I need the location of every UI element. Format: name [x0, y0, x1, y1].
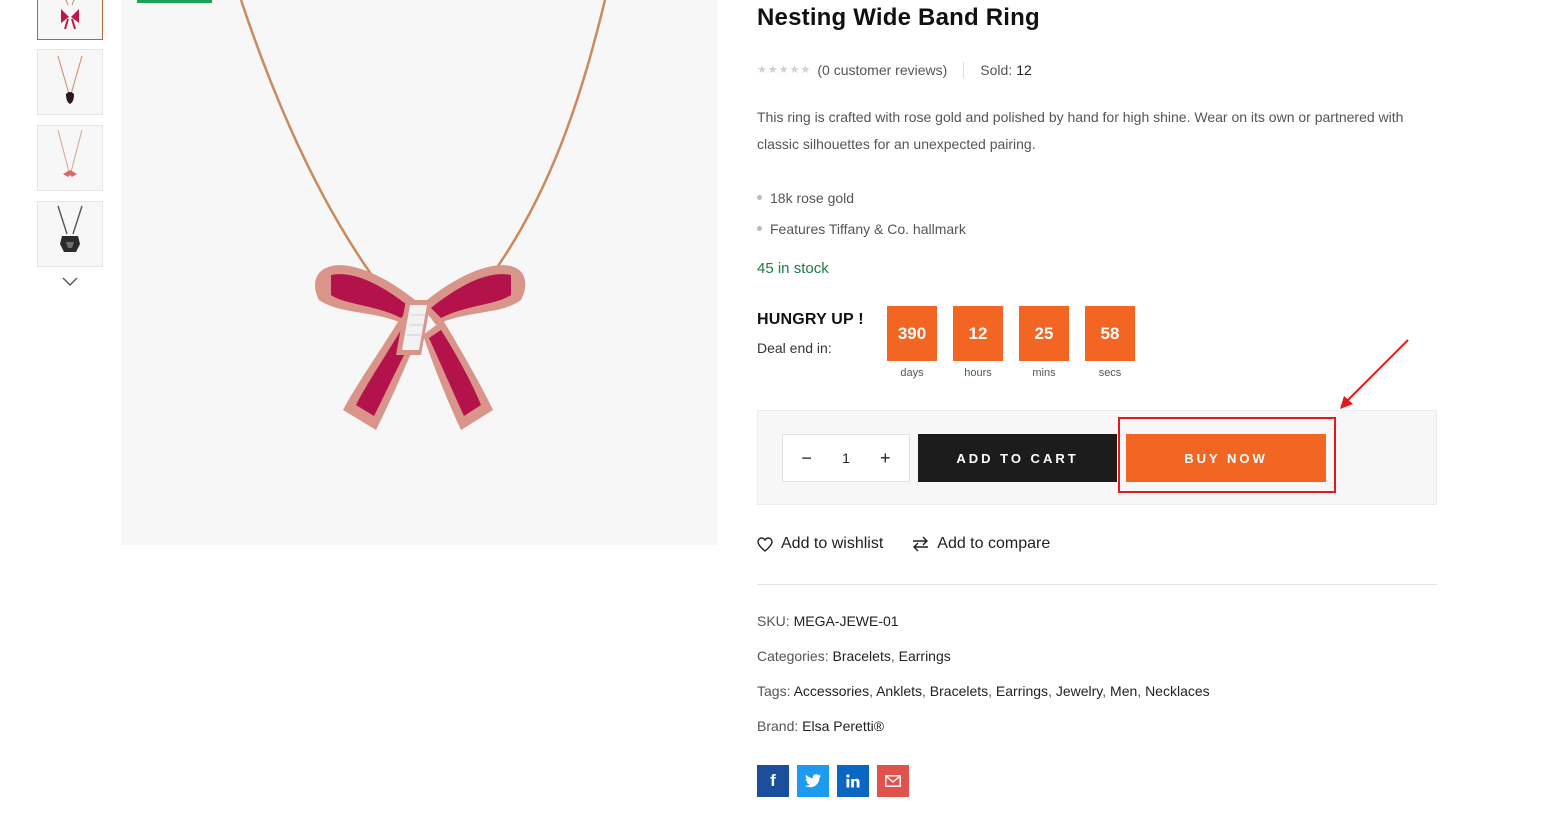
buy-now-button[interactable]: BUY NOW — [1126, 434, 1326, 482]
countdown-heading: HUNGRY UP ! — [757, 311, 864, 328]
countdown-hours: 12 — [953, 306, 1003, 361]
email-share-button[interactable] — [877, 765, 909, 797]
star-icon: ★ — [778, 64, 789, 76]
star-icon: ★ — [767, 64, 778, 76]
countdown-subheading: Deal end in: — [757, 340, 832, 356]
countdown-mins: 25 — [1019, 306, 1069, 361]
add-to-compare-link[interactable]: Add to compare — [912, 535, 1050, 553]
email-icon — [885, 775, 901, 787]
sku-row: SKU: MEGA-JEWE-01 — [757, 613, 899, 629]
brand-label: Brand: — [757, 718, 799, 734]
brand-link[interactable]: Elsa Peretti® — [802, 718, 884, 734]
feature-text: 18k rose gold — [770, 189, 855, 206]
product-actions: Add to wishlist Add to compare — [757, 535, 1050, 553]
product-title: Nesting Wide Band Ring — [757, 4, 1040, 31]
feature-item: 18k rose gold — [757, 182, 966, 213]
star-icon: ★ — [789, 64, 800, 76]
compare-label: Add to compare — [937, 535, 1051, 552]
twitter-icon — [805, 774, 821, 788]
stock-status: 45 in stock — [757, 260, 829, 277]
feature-list: 18k rose gold Features Tiffany & Co. hal… — [757, 182, 966, 244]
sale-flag — [137, 0, 212, 3]
category-link[interactable]: Bracelets — [832, 648, 890, 664]
countdown-mins-label: mins — [1032, 367, 1056, 379]
quantity-input[interactable]: 1 — [842, 450, 850, 466]
bullet-icon — [757, 226, 762, 231]
sku-label: SKU: — [757, 613, 790, 629]
tag-link[interactable]: Men — [1110, 683, 1137, 699]
star-icon: ★ — [800, 64, 811, 76]
tags-label: Tags: — [757, 683, 791, 699]
twitter-share-button[interactable] — [797, 765, 829, 797]
rating-row: ★ ★ ★ ★ ★ (0 customer reviews) Sold: 12 — [757, 62, 1032, 78]
sku-value: MEGA-JEWE-01 — [793, 613, 899, 629]
categories-label: Categories: — [757, 648, 829, 664]
sold-value: 12 — [1016, 62, 1032, 78]
wishlist-label: Add to wishlist — [781, 535, 884, 552]
linkedin-share-button[interactable] — [837, 765, 869, 797]
annotation-arrow — [1340, 339, 1409, 409]
sold-label: Sold: — [980, 62, 1013, 78]
rating-stars: ★ ★ ★ ★ ★ — [757, 64, 810, 76]
facebook-icon: f — [770, 771, 776, 790]
categories-row: Categories: Bracelets, Earrings — [757, 648, 951, 664]
bullet-icon — [757, 195, 762, 200]
facebook-share-button[interactable]: f — [757, 765, 789, 797]
add-to-cart-button[interactable]: ADD TO CART — [918, 434, 1117, 482]
feature-text: Features Tiffany & Co. hallmark — [770, 220, 966, 237]
star-icon: ★ — [757, 64, 767, 76]
tag-link[interactable]: Anklets — [876, 683, 922, 699]
countdown-days: 390 — [887, 306, 937, 361]
countdown-days-label: days — [900, 367, 924, 379]
quantity-decrease-button[interactable]: − — [795, 448, 819, 469]
reviews-link[interactable]: (0 customer reviews) — [817, 62, 947, 78]
tags-row: Tags: Accessories, Anklets, Bracelets, E… — [757, 683, 1210, 699]
thumbnail-3[interactable] — [37, 125, 103, 191]
add-to-wishlist-link[interactable]: Add to wishlist — [757, 535, 883, 553]
divider — [963, 62, 965, 78]
category-link[interactable]: Earrings — [899, 648, 951, 664]
chevron-down-icon[interactable] — [58, 272, 82, 290]
tag-link[interactable]: Bracelets — [930, 683, 988, 699]
main-product-image[interactable] — [121, 0, 717, 545]
compare-icon — [913, 536, 929, 552]
heart-icon — [757, 536, 773, 552]
quantity-stepper: − 1 + — [782, 434, 910, 482]
countdown-secs-label: secs — [1098, 367, 1122, 379]
countdown-hours-label: hours — [964, 367, 992, 379]
tag-link[interactable]: Accessories — [794, 683, 869, 699]
countdown-secs: 58 — [1085, 306, 1135, 361]
product-description: This ring is crafted with rose gold and … — [757, 109, 1404, 152]
feature-item: Features Tiffany & Co. hallmark — [757, 213, 966, 244]
tag-link[interactable]: Earrings — [996, 683, 1048, 699]
thumbnail-4[interactable] — [37, 201, 103, 267]
thumbnail-2[interactable] — [37, 49, 103, 115]
quantity-increase-button[interactable]: + — [873, 448, 897, 469]
tag-link[interactable]: Jewelry — [1056, 683, 1102, 699]
tag-link[interactable]: Necklaces — [1145, 683, 1210, 699]
linkedin-icon — [846, 774, 860, 788]
thumbnail-1[interactable] — [37, 0, 103, 40]
divider — [757, 584, 1437, 585]
brand-row: Brand: Elsa Peretti® — [757, 718, 884, 734]
